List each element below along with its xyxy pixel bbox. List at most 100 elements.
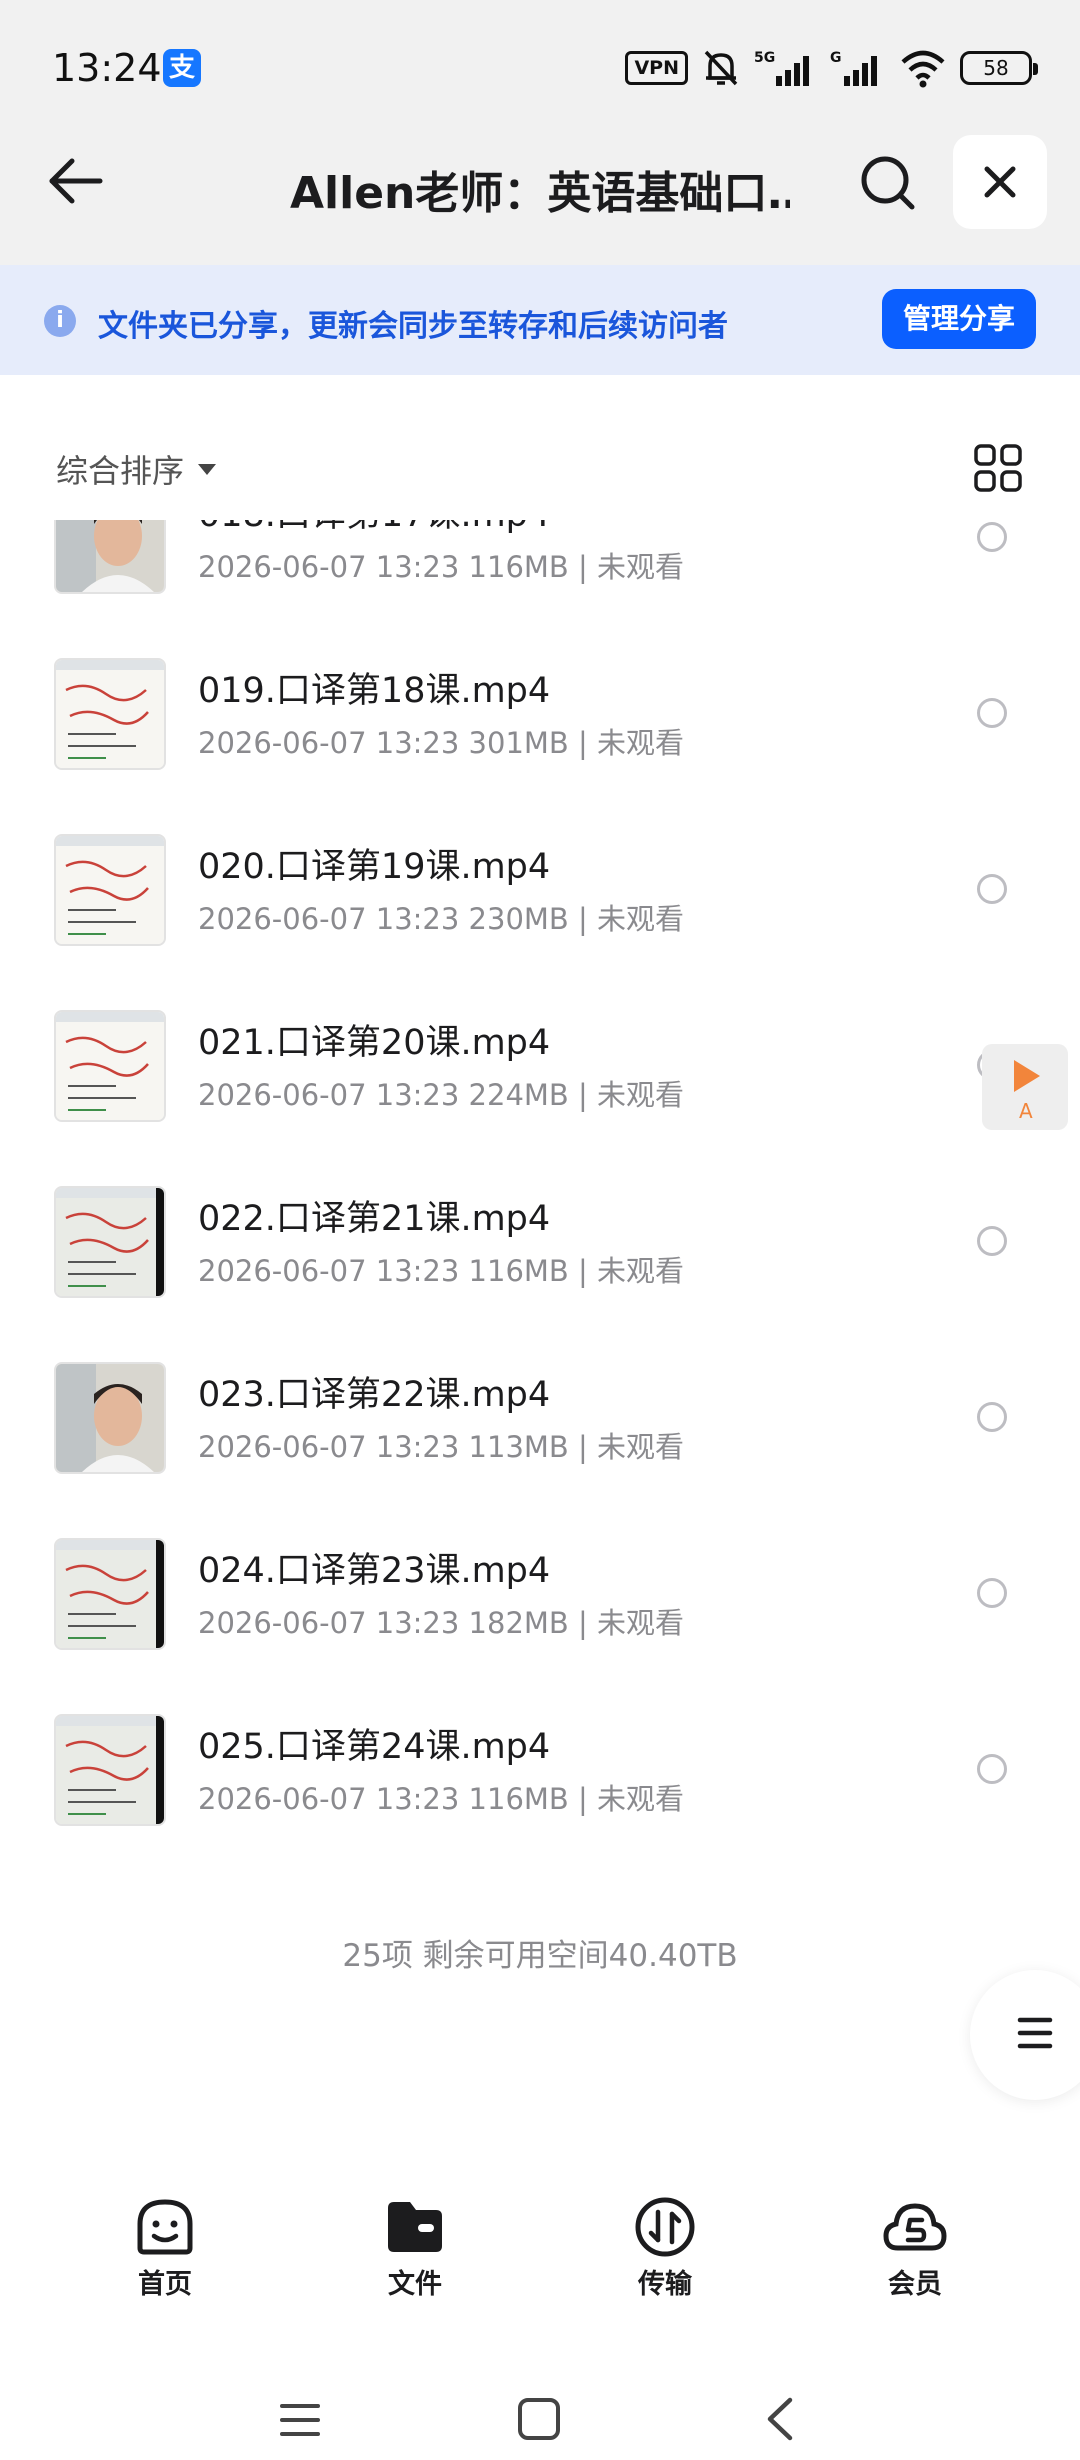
file-row[interactable]: 019.口译第18课.mp4 2026-06-07 13:23 301MB | 未…	[0, 626, 1080, 802]
watch-status: 未观看	[597, 550, 685, 584]
search-icon[interactable]	[856, 151, 920, 215]
tab-files[interactable]: 文件	[340, 2170, 490, 2320]
video-thumbnail	[54, 520, 166, 594]
file-meta: 2026-06-07 13:23 182MB | 未观看	[198, 1600, 684, 1642]
file-row[interactable]: 023.口译第22课.mp4 2026-06-07 13:23 113MB | 未…	[0, 1330, 1080, 1506]
video-thumbnail	[54, 1714, 166, 1826]
recent-apps-icon[interactable]	[278, 2398, 322, 2442]
storage-summary: 25项 剩余可用空间40.40TB	[342, 1938, 738, 1974]
file-row[interactable]: 025.口译第24课.mp4 2026-06-07 13:23 116MB | 未…	[0, 1682, 1080, 1858]
meta-separator: |	[578, 1254, 588, 1288]
battery-icon: 58	[960, 51, 1038, 85]
file-name: 023.口译第22课.mp4	[198, 1375, 551, 1415]
sort-dropdown[interactable]: 综合排序	[56, 446, 217, 492]
video-thumbnail	[54, 1538, 166, 1650]
file-meta: 2026-06-07 13:23 224MB | 未观看	[198, 1072, 684, 1114]
file-date: 2026-06-07 13:23	[198, 1078, 460, 1112]
file-date: 2026-06-07 13:23	[198, 1430, 460, 1464]
grid-view-icon[interactable]	[972, 442, 1024, 494]
info-icon: i	[44, 305, 76, 337]
signal-g-icon: G	[830, 50, 877, 86]
status-bar: 13:24 支 VPN 5G G 58	[0, 0, 1080, 135]
select-radio[interactable]	[977, 1226, 1007, 1256]
meta-separator: |	[578, 1782, 588, 1816]
tab-vip-label: 会员	[888, 2269, 942, 2300]
nav-bar: Allen老师：英语基础口…	[0, 135, 1080, 265]
alipay-notification-icon: 支	[163, 49, 201, 87]
file-meta: 2026-06-07 13:23 116MB | 未观看	[198, 1776, 684, 1818]
video-thumbnail	[54, 658, 166, 770]
manage-share-button[interactable]: 管理分享	[882, 289, 1036, 349]
select-radio[interactable]	[977, 1402, 1007, 1432]
file-meta: 2026-06-07 13:23 230MB | 未观看	[198, 896, 684, 938]
select-radio[interactable]	[977, 522, 1007, 552]
file-meta: 2026-06-07 13:23 116MB | 未观看	[198, 544, 684, 586]
page-title: Allen老师：英语基础口…	[290, 168, 790, 219]
watch-status: 未观看	[597, 726, 685, 760]
home-button-icon[interactable]	[516, 2396, 562, 2442]
tab-files-label: 文件	[388, 2269, 442, 2300]
file-list: 018.口译第17课.mp4 2026-06-07 13:23 116MB | 未…	[0, 520, 1080, 1960]
meta-separator: |	[578, 1430, 588, 1464]
share-banner-text: 文件夹已分享，更新会同步至转存和后续访问者	[98, 309, 728, 344]
select-radio[interactable]	[977, 1578, 1007, 1608]
system-nav-bar	[0, 2320, 1080, 2460]
floating-menu-button[interactable]	[970, 1970, 1080, 2100]
caret-down-icon	[198, 463, 217, 475]
file-list-card: 综合排序 018.口译第17课.mp4 2026-06-07 13:23 116M…	[0, 410, 1080, 2160]
vip-cloud-icon	[883, 2203, 947, 2251]
file-row[interactable]: 021.口译第20课.mp4 2026-06-07 13:23 224MB | 未…	[0, 978, 1080, 1154]
watch-status: 未观看	[597, 1430, 685, 1464]
file-name: 020.口译第19课.mp4	[198, 847, 551, 887]
file-size: 113MB	[468, 1430, 569, 1464]
file-date: 2026-06-07 13:23	[198, 1606, 460, 1640]
file-size: 224MB	[468, 1078, 569, 1112]
tab-vip[interactable]: 会员	[840, 2170, 990, 2320]
close-button[interactable]	[953, 135, 1047, 229]
select-radio[interactable]	[977, 1754, 1007, 1784]
file-name: 024.口译第23课.mp4	[198, 1551, 551, 1591]
floating-player[interactable]: A	[982, 1044, 1068, 1130]
folder-icon	[388, 2202, 442, 2252]
sort-label: 综合排序	[56, 452, 185, 490]
file-size: 230MB	[468, 902, 569, 936]
mute-bell-icon	[704, 50, 738, 86]
select-radio[interactable]	[977, 698, 1007, 728]
watch-status: 未观看	[597, 1078, 685, 1112]
file-date: 2026-06-07 13:23	[198, 902, 460, 936]
status-icons: VPN 5G G 58	[625, 46, 1038, 90]
file-size: 116MB	[468, 1254, 569, 1288]
close-icon	[984, 166, 1016, 198]
file-row[interactable]: 024.口译第23课.mp4 2026-06-07 13:23 182MB | 未…	[0, 1506, 1080, 1682]
video-thumbnail	[54, 1186, 166, 1298]
back-arrow-icon[interactable]	[44, 149, 108, 213]
file-size: 116MB	[468, 550, 569, 584]
meta-separator: |	[578, 1078, 588, 1112]
file-name: 025.口译第24课.mp4	[198, 1727, 551, 1767]
wifi-icon	[901, 50, 945, 88]
video-thumbnail	[54, 1010, 166, 1122]
file-name: 018.口译第17课.mp4	[198, 520, 550, 537]
select-radio[interactable]	[977, 874, 1007, 904]
back-nav-icon[interactable]	[758, 2394, 802, 2444]
file-date: 2026-06-07 13:23	[198, 550, 460, 584]
meta-separator: |	[578, 550, 588, 584]
tab-home[interactable]: 首页	[90, 2170, 240, 2320]
watch-status: 未观看	[597, 902, 685, 936]
file-size: 301MB	[468, 726, 569, 760]
meta-separator: |	[578, 726, 588, 760]
tab-transfer[interactable]: 传输	[590, 2170, 740, 2320]
svg-text:G: G	[830, 50, 842, 66]
file-date: 2026-06-07 13:23	[198, 726, 460, 760]
file-row[interactable]: 022.口译第21课.mp4 2026-06-07 13:23 116MB | 未…	[0, 1154, 1080, 1330]
file-meta: 2026-06-07 13:23 113MB | 未观看	[198, 1424, 684, 1466]
file-meta: 2026-06-07 13:23 116MB | 未观看	[198, 1248, 684, 1290]
file-row[interactable]: 020.口译第19课.mp4 2026-06-07 13:23 230MB | 未…	[0, 802, 1080, 978]
file-row[interactable]: 018.口译第17课.mp4 2026-06-07 13:23 116MB | 未…	[0, 520, 1080, 626]
file-name: 021.口译第20课.mp4	[198, 1023, 551, 1063]
floating-player-label: A	[1019, 1099, 1033, 1123]
watch-status: 未观看	[597, 1782, 685, 1816]
watch-status: 未观看	[597, 1606, 685, 1640]
tab-home-label: 首页	[138, 2269, 192, 2300]
play-icon: A	[1014, 1060, 1040, 1123]
